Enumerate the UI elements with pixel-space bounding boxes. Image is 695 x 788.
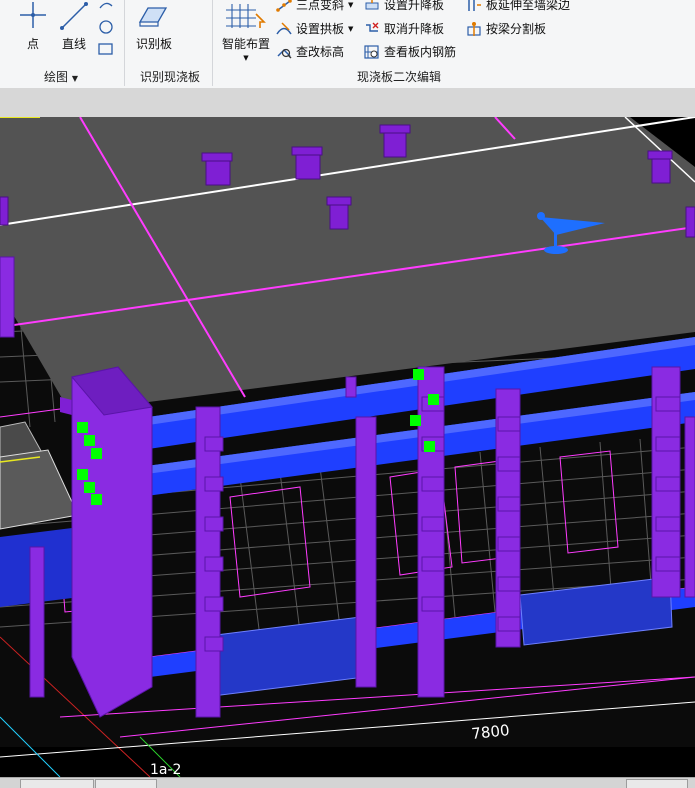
model-canvas[interactable]: 7800 1a-2 xyxy=(0,117,695,777)
three-point-slope-label: 三点变斜 xyxy=(296,0,345,12)
line-tool-button[interactable]: 直线 xyxy=(56,2,92,52)
grip-handle xyxy=(410,415,421,426)
group-divider xyxy=(124,0,125,86)
check-elevation-icon xyxy=(277,48,292,58)
split-by-beam-icon xyxy=(467,21,481,36)
identify-slab-button[interactable]: 识别板 xyxy=(134,2,174,52)
view-rebar-icon xyxy=(364,44,379,59)
identify-group-label: 识别现浇板 xyxy=(140,70,201,84)
grip-handle xyxy=(77,422,88,433)
extend-to-beam-icon xyxy=(468,0,481,11)
three-point-slope-button[interactable]: 三点变斜 ▼ xyxy=(276,0,353,13)
grip-handle xyxy=(424,441,435,452)
point-tool-button[interactable]: 点 xyxy=(16,2,50,52)
draw-group-label[interactable]: 绘图 ▼ xyxy=(44,68,78,85)
point-icon xyxy=(20,2,46,28)
line-icon xyxy=(60,2,88,30)
chevron-down-icon: ▼ xyxy=(243,54,249,62)
set-arch-label: 设置拱板 xyxy=(296,22,345,36)
view-rebar-label: 查看板内钢筋 xyxy=(384,45,457,59)
rectangle-icon[interactable] xyxy=(98,43,113,55)
circle-icon[interactable] xyxy=(99,20,113,34)
smart-layout-icon xyxy=(226,4,266,28)
set-arch-icon xyxy=(276,21,292,34)
identify-slab-label: 识别板 xyxy=(135,37,172,51)
smart-layout-label: 智能布置 xyxy=(221,37,270,51)
grip-handle xyxy=(84,435,95,446)
arc-icon[interactable] xyxy=(99,2,113,9)
grip-handle xyxy=(428,394,439,405)
extend-to-beam-button[interactable]: 板延伸至墙梁边 xyxy=(466,0,570,13)
cancel-raise-lower-label: 取消升降板 xyxy=(384,22,445,36)
grip-handle xyxy=(91,494,102,505)
point-tool-label: 点 xyxy=(26,37,39,51)
identify-slab-icon xyxy=(138,7,168,27)
ribbon-spacer xyxy=(0,88,695,117)
chevron-down-icon: ▼ xyxy=(348,0,354,9)
group-divider xyxy=(212,0,213,86)
set-raise-lower-label: 设置升降板 xyxy=(384,0,445,12)
chevron-down-icon: ▼ xyxy=(348,24,354,33)
grip-handle xyxy=(84,482,95,493)
check-elevation-button[interactable]: 查改标高 xyxy=(276,43,344,60)
cancel-raise-lower-button[interactable]: 取消升降板 xyxy=(364,20,444,37)
axis-label: 1a-2 xyxy=(150,762,181,777)
status-bar xyxy=(0,777,695,788)
extend-to-beam-label: 板延伸至墙梁边 xyxy=(486,0,571,12)
split-by-beam-button[interactable]: 按梁分割板 xyxy=(466,20,546,37)
line-tool-label: 直线 xyxy=(61,37,86,51)
grip-handle xyxy=(91,448,102,459)
set-raise-lower-icon xyxy=(365,0,379,9)
ribbon-toolbar: 点 直线 绘图 ▼ 识别板 识别现浇板 智能布置 ▼ 三点变斜 ▼ 设置拱板 ▼… xyxy=(0,0,695,89)
cancel-raise-lower-icon xyxy=(366,22,379,32)
split-by-beam-label: 按梁分割板 xyxy=(486,22,547,36)
set-arch-button[interactable]: 设置拱板 ▼ xyxy=(276,20,353,37)
edit-group-label: 现浇板二次编辑 xyxy=(357,70,442,84)
chevron-down-icon: ▼ xyxy=(71,74,78,83)
model-viewport[interactable]: 7800 1a-2 xyxy=(0,117,695,777)
grip-handle xyxy=(413,369,424,380)
grip-handle xyxy=(77,469,88,480)
smart-layout-button[interactable]: 智能布置 ▼ xyxy=(220,0,272,62)
small-draw-icons xyxy=(98,2,113,55)
three-point-slope-icon xyxy=(276,0,292,12)
check-elevation-label: 查改标高 xyxy=(296,45,345,59)
set-raise-lower-button[interactable]: 设置升降板 xyxy=(364,0,444,13)
view-rebar-button[interactable]: 查看板内钢筋 xyxy=(364,43,456,60)
